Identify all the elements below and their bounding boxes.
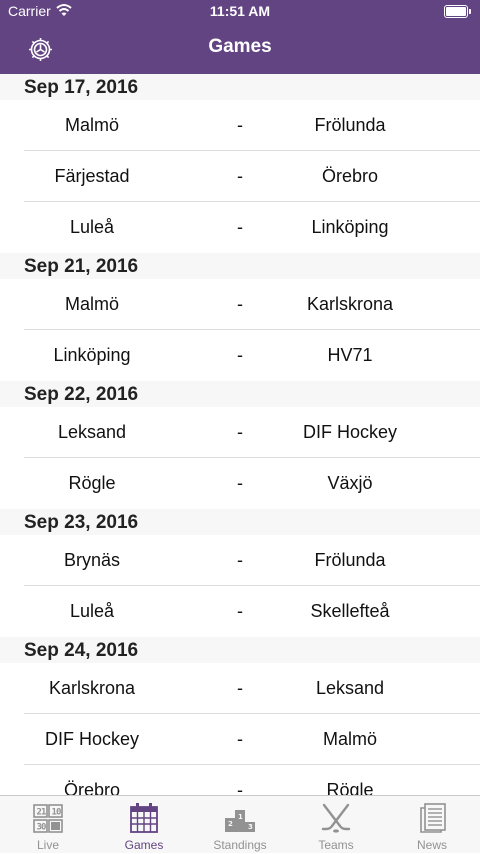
- tab-standings[interactable]: 12 3 Standings: [192, 796, 288, 854]
- game-row[interactable]: Leksand - DIF Hockey: [0, 407, 480, 458]
- away-team: Frölunda: [314, 550, 386, 570]
- svg-text:1: 1: [238, 813, 243, 821]
- navigation-bar: Carrier 11:51 AM Games: [0, 0, 480, 74]
- game-row[interactable]: Örebro - Rögle: [0, 765, 480, 795]
- home-team: Färjestad: [54, 166, 130, 186]
- game-row[interactable]: Färjestad - Örebro: [0, 151, 480, 202]
- tab-teams[interactable]: Teams: [288, 796, 384, 854]
- game-row[interactable]: Brynäs - Frölunda: [0, 535, 480, 586]
- game-row[interactable]: Luleå - Skellefteå: [0, 586, 480, 637]
- game-row[interactable]: Luleå - Linköping: [0, 202, 480, 253]
- home-team: Malmö: [64, 294, 119, 314]
- date-header: Sep 21, 2016: [0, 253, 480, 279]
- away-team: Rögle: [326, 780, 374, 795]
- home-team: Örebro: [63, 780, 121, 795]
- date-header: Sep 17, 2016: [0, 74, 480, 100]
- away-team: Malmö: [322, 729, 377, 749]
- date-header: Sep 24, 2016: [0, 637, 480, 663]
- svg-text:3: 3: [248, 823, 253, 831]
- tab-label: Standings: [213, 838, 267, 852]
- home-team: Brynäs: [63, 550, 121, 570]
- tab-games[interactable]: Games: [96, 796, 192, 854]
- svg-text:2: 2: [228, 820, 233, 828]
- home-team: Karlskrona: [48, 678, 136, 698]
- games-list[interactable]: Sep 17, 2016 Malmö - Frölunda Färjestad …: [0, 74, 480, 795]
- tab-label: Live: [36, 838, 59, 852]
- away-team: Frölunda: [314, 115, 386, 135]
- podium-icon: 12 3: [225, 810, 255, 832]
- tab-label: Teams: [318, 838, 354, 852]
- tab-live[interactable]: 21 10 30 Live: [0, 796, 96, 854]
- tab-label: Games: [124, 838, 164, 852]
- home-team: Luleå: [69, 217, 115, 237]
- home-team: DIF Hockey: [44, 729, 140, 749]
- newspaper-icon: [420, 803, 446, 833]
- svg-text:0: 0: [41, 823, 46, 833]
- away-team: Leksand: [315, 678, 385, 698]
- game-row[interactable]: Linköping - HV71: [0, 330, 480, 381]
- svg-text:0: 0: [56, 808, 61, 818]
- home-team: Linköping: [53, 345, 131, 365]
- home-team: Malmö: [64, 115, 119, 135]
- status-bar: Carrier 11:51 AM: [0, 0, 480, 24]
- away-team: HV71: [327, 345, 373, 365]
- clock: 11:51 AM: [209, 3, 271, 19]
- game-row[interactable]: Malmö - Karlskrona: [0, 279, 480, 330]
- game-row[interactable]: Malmö - Frölunda: [0, 100, 480, 151]
- home-team: Rögle: [68, 473, 116, 493]
- home-team: Luleå: [69, 601, 115, 621]
- game-row[interactable]: Rögle - Växjö: [0, 458, 480, 509]
- away-team: Skellefteå: [310, 601, 390, 621]
- away-team: Örebro: [321, 166, 379, 186]
- away-team: DIF Hockey: [302, 422, 398, 442]
- game-row[interactable]: Karlskrona - Leksand: [0, 663, 480, 714]
- hockey-sticks-icon: [321, 803, 351, 833]
- svg-text:1: 1: [41, 808, 46, 818]
- tab-news[interactable]: News: [384, 796, 480, 854]
- date-header: Sep 22, 2016: [0, 381, 480, 407]
- tab-bar: 21 10 30 Live Games 1 2 3 Standings Team…: [0, 795, 480, 853]
- game-row[interactable]: DIF Hockey - Malmö: [0, 714, 480, 765]
- battery-icon: [444, 5, 472, 18]
- page-title: Games: [208, 36, 272, 57]
- away-team: Linköping: [311, 217, 389, 237]
- away-team: Växjö: [327, 473, 373, 493]
- date-header: Sep 23, 2016: [0, 509, 480, 535]
- home-team: Leksand: [57, 422, 127, 442]
- scoreboard-icon: 21 10 30: [33, 804, 63, 833]
- calendar-icon: [130, 803, 158, 833]
- away-team: Karlskrona: [306, 294, 394, 314]
- tab-label: News: [416, 838, 447, 852]
